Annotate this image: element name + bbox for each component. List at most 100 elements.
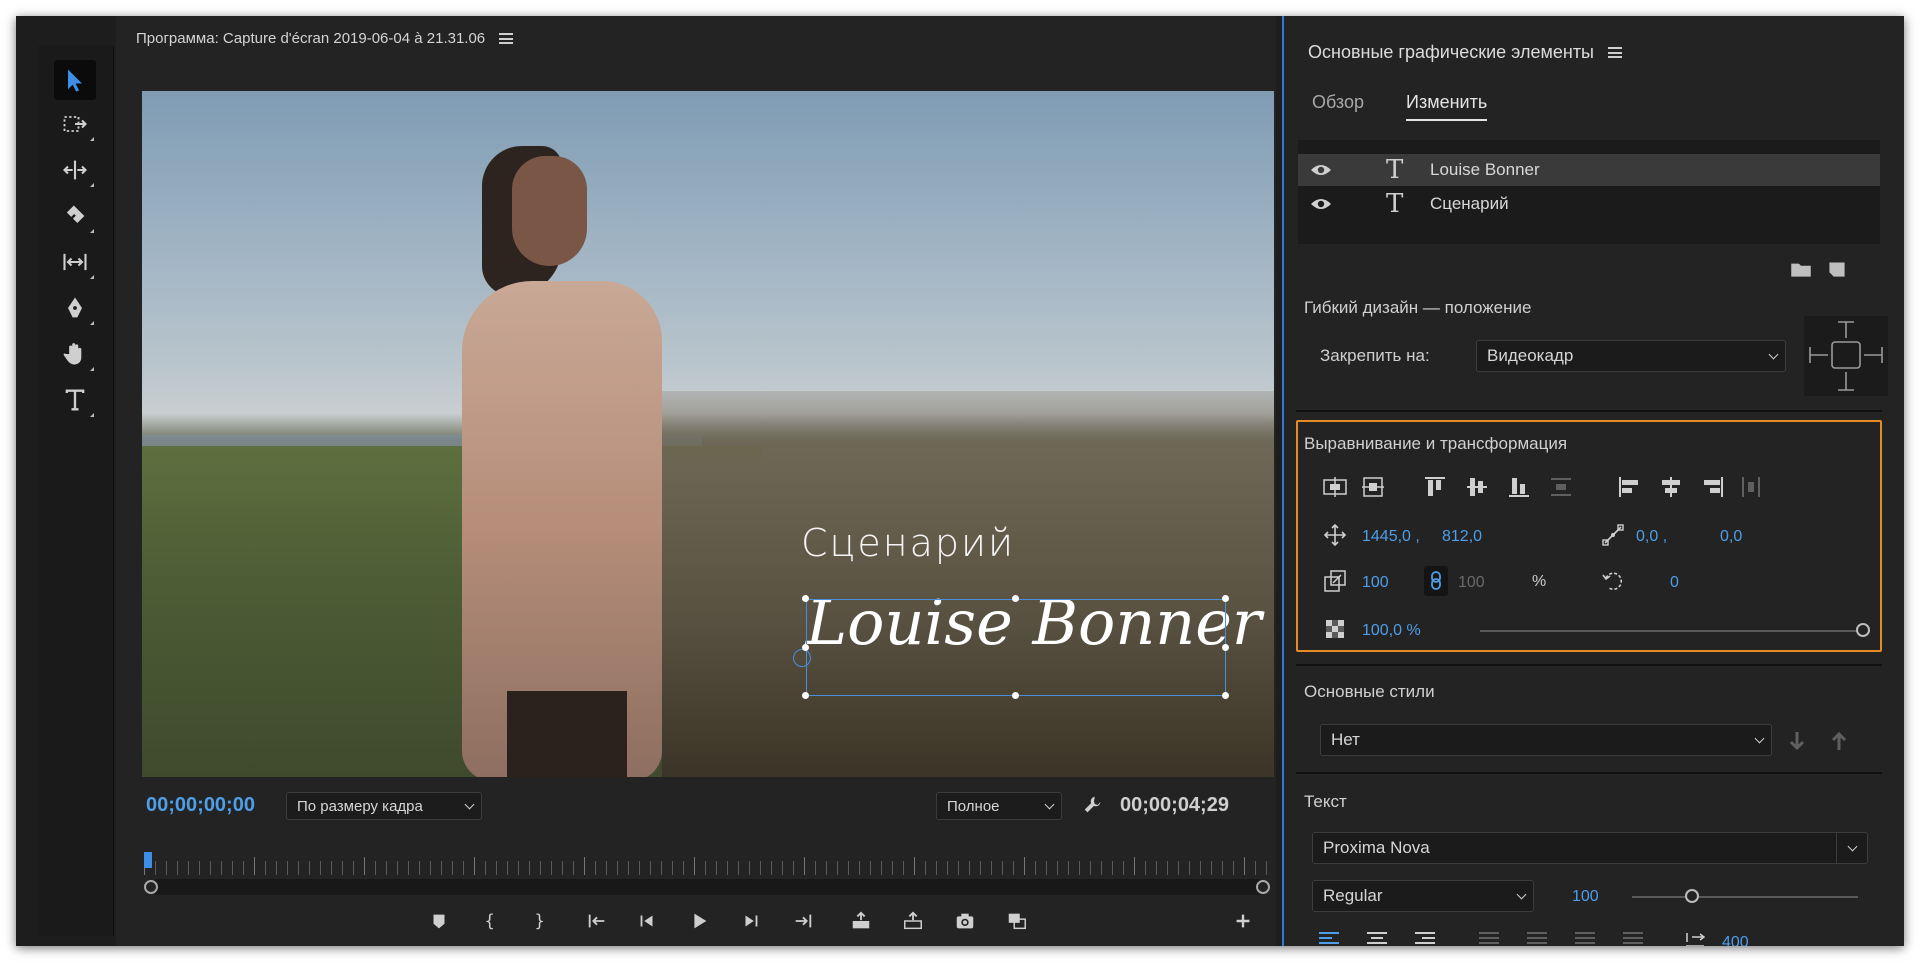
new-group-folder-icon[interactable]: [1786, 254, 1816, 284]
align-center-icon[interactable]: [1656, 472, 1686, 502]
pin-anchor-widget[interactable]: [1804, 316, 1888, 396]
align-left-icon[interactable]: [1614, 472, 1644, 502]
master-style-dropdown[interactable]: Нет: [1320, 724, 1772, 756]
resize-handle[interactable]: [1012, 595, 1019, 602]
zoom-scrollbar-end-handle[interactable]: [1256, 880, 1270, 894]
settings-wrench-icon[interactable]: [1076, 790, 1110, 820]
comparison-view-icon[interactable]: [1000, 906, 1034, 936]
ripple-edit-tool-icon[interactable]: [54, 150, 96, 190]
panel-menu-icon[interactable]: [1608, 47, 1622, 58]
resize-handle[interactable]: [1222, 595, 1229, 602]
align-middle-icon[interactable]: [1462, 472, 1492, 502]
playhead[interactable]: [144, 852, 152, 868]
panel-title: Основные графические элементы: [1308, 42, 1594, 62]
add-marker-icon[interactable]: [422, 906, 456, 936]
monitor-title: Программа: Capture d'écran 2019-06-04 à …: [136, 30, 514, 47]
font-size-slider-track[interactable]: [1632, 896, 1858, 898]
anchor-point-icon: [1598, 520, 1628, 550]
font-family-dropdown[interactable]: Proxima Nova: [1312, 832, 1838, 864]
step-back-icon[interactable]: [630, 906, 664, 936]
scale-width-value: 100: [1458, 574, 1485, 591]
woman-legs: [507, 691, 627, 777]
position-x-value[interactable]: 1445,0 ,: [1362, 528, 1420, 546]
align-vertical-center-frame-icon[interactable]: [1320, 472, 1350, 502]
scale-value[interactable]: 100: [1362, 574, 1389, 592]
text-align-right-icon[interactable]: [1410, 926, 1440, 946]
align-top-icon[interactable]: [1420, 472, 1450, 502]
distribute-horizontal-icon: [1736, 472, 1766, 502]
resize-handle[interactable]: [802, 595, 809, 602]
justify-last-right-icon: [1570, 926, 1600, 946]
layer-name: Сценарий: [1430, 194, 1509, 213]
step-forward-icon[interactable]: [734, 906, 768, 936]
track-select-tool-icon[interactable]: [54, 104, 96, 144]
rotation-icon: [1598, 566, 1628, 596]
opacity-value[interactable]: 100,0 %: [1362, 622, 1421, 640]
slip-tool-icon[interactable]: [54, 242, 96, 282]
resize-handle[interactable]: [802, 692, 809, 699]
align-bottom-icon[interactable]: [1504, 472, 1534, 502]
anchor-y-value[interactable]: 0,0: [1720, 528, 1742, 546]
lift-icon[interactable]: [844, 906, 878, 936]
layer-item[interactable]: T Louise Bonner: [1298, 154, 1880, 186]
resize-handle[interactable]: [1012, 692, 1019, 699]
eye-visibility-icon[interactable]: [1310, 197, 1332, 211]
overlay-subtitle[interactable]: Сценарий: [801, 521, 1015, 565]
section-divider: [1296, 664, 1882, 666]
type-tool-icon[interactable]: [54, 380, 96, 420]
go-to-in-icon[interactable]: [580, 906, 614, 936]
monitor-menu-icon[interactable]: [499, 33, 514, 44]
opacity-slider-track[interactable]: [1480, 630, 1870, 632]
text-layer-icon: T: [1386, 155, 1404, 185]
font-family-menu-button[interactable]: [1836, 832, 1868, 864]
hand-tool-icon[interactable]: [54, 334, 96, 374]
fit-dropdown[interactable]: По размеру кадра: [286, 792, 482, 820]
mark-out-icon[interactable]: }: [522, 906, 556, 936]
push-style-up-icon: [1824, 726, 1854, 756]
link-scale-icon[interactable]: [1424, 566, 1448, 596]
mark-in-icon[interactable]: {: [472, 906, 506, 936]
zoom-scrollbar[interactable]: [150, 879, 1266, 895]
monitor-title-text: Программа: Capture d'écran 2019-06-04 à …: [136, 30, 486, 47]
selection-tool-icon[interactable]: [54, 60, 96, 100]
current-timecode[interactable]: 00;00;00;00: [146, 794, 255, 817]
time-ruler-major-ticks: [144, 857, 1272, 875]
position-y-value[interactable]: 812,0: [1442, 528, 1482, 546]
font-size-slider-knob[interactable]: [1685, 889, 1699, 903]
tab-edit[interactable]: Изменить: [1406, 92, 1488, 121]
tab-browse[interactable]: Обзор: [1312, 92, 1364, 119]
layer-item[interactable]: T Сценарий: [1298, 188, 1880, 220]
fit-dropdown-value: По размеру кадра: [297, 798, 423, 815]
title-bounding-box[interactable]: [806, 599, 1226, 696]
anchor-x-value[interactable]: 0,0 ,: [1636, 528, 1667, 546]
eye-visibility-icon[interactable]: [1310, 163, 1332, 177]
play-icon[interactable]: [682, 906, 716, 936]
align-right-icon[interactable]: [1698, 472, 1728, 502]
new-layer-icon[interactable]: [1822, 254, 1852, 284]
export-frame-camera-icon[interactable]: [948, 906, 982, 936]
pin-to-dropdown[interactable]: Видеокадр: [1476, 340, 1786, 372]
razor-tool-icon[interactable]: [54, 196, 96, 236]
justify-last-center-icon: [1522, 926, 1552, 946]
anchor-point[interactable]: [793, 649, 811, 667]
master-styles-title: Основные стили: [1304, 682, 1435, 701]
font-size-value[interactable]: 100: [1572, 888, 1599, 906]
pen-tool-icon[interactable]: [54, 288, 96, 328]
go-to-out-icon[interactable]: [786, 906, 820, 936]
extract-icon[interactable]: [896, 906, 930, 936]
text-align-left-icon[interactable]: [1314, 926, 1344, 946]
resize-handle[interactable]: [1222, 644, 1229, 651]
font-style-dropdown[interactable]: Regular: [1312, 880, 1534, 912]
push-style-down-icon: [1782, 726, 1812, 756]
text-align-center-icon[interactable]: [1362, 926, 1392, 946]
align-horizontal-center-frame-icon[interactable]: [1358, 472, 1388, 502]
zoom-scrollbar-start-handle[interactable]: [144, 880, 158, 894]
tracking-value[interactable]: 400: [1722, 934, 1749, 946]
resize-handle[interactable]: [1222, 692, 1229, 699]
opacity-slider-knob[interactable]: [1856, 623, 1870, 637]
resize-handle[interactable]: [802, 644, 809, 651]
quality-dropdown[interactable]: Полное: [936, 792, 1062, 820]
button-editor-plus-icon[interactable]: [1226, 906, 1260, 936]
rotation-value[interactable]: 0: [1670, 574, 1679, 592]
svg-text:{: {: [484, 912, 495, 931]
